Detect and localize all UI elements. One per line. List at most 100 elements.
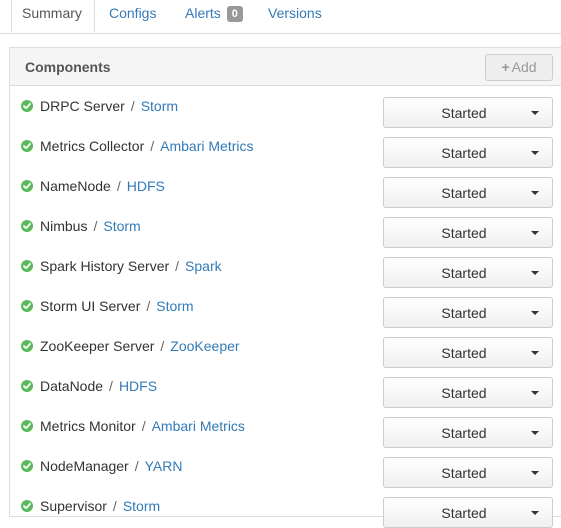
status-label: Started bbox=[441, 305, 487, 321]
plus-icon: + bbox=[501, 59, 510, 75]
component-name: NodeManager bbox=[40, 458, 129, 474]
component-row: Metrics Collector / Ambari Metrics Started bbox=[10, 128, 561, 168]
caret-down-icon bbox=[531, 431, 539, 435]
status-label: Started bbox=[441, 265, 487, 281]
service-link[interactable]: ZooKeeper bbox=[170, 338, 239, 354]
service-link[interactable]: Storm bbox=[123, 498, 160, 514]
component-status-dropdown[interactable]: Started bbox=[383, 417, 553, 448]
check-circle-icon bbox=[21, 420, 33, 432]
service-link[interactable]: HDFS bbox=[127, 178, 165, 194]
component-name: Storm UI Server bbox=[40, 298, 141, 314]
tab-summary[interactable]: Summary bbox=[11, 0, 95, 33]
status-label: Started bbox=[441, 385, 487, 401]
separator: / bbox=[141, 418, 146, 434]
service-link[interactable]: Ambari Metrics bbox=[152, 418, 245, 434]
alerts-count-badge: 0 bbox=[226, 6, 243, 22]
component-name: Supervisor bbox=[40, 498, 107, 514]
tab-configs[interactable]: Configs bbox=[109, 0, 156, 33]
check-circle-icon bbox=[21, 460, 33, 472]
separator: / bbox=[134, 458, 139, 474]
check-circle-icon bbox=[21, 140, 33, 152]
status-label: Started bbox=[441, 225, 487, 241]
tab-alerts-label: Alerts bbox=[185, 5, 221, 21]
check-circle-icon bbox=[21, 380, 33, 392]
caret-down-icon bbox=[531, 231, 539, 235]
caret-down-icon bbox=[531, 151, 539, 155]
add-button-label: Add bbox=[511, 59, 537, 75]
caret-down-icon bbox=[531, 311, 539, 315]
service-link[interactable]: Storm bbox=[156, 298, 193, 314]
component-row: DRPC Server / Storm Started bbox=[10, 88, 561, 128]
component-row: Storm UI Server / Storm Started bbox=[10, 288, 561, 328]
add-component-button[interactable]: + Add bbox=[485, 54, 553, 81]
check-circle-icon bbox=[21, 500, 33, 512]
service-link[interactable]: Storm bbox=[141, 98, 178, 114]
caret-down-icon bbox=[531, 191, 539, 195]
status-label: Started bbox=[441, 505, 487, 521]
component-status-dropdown[interactable]: Started bbox=[383, 257, 553, 288]
caret-down-icon bbox=[531, 511, 539, 515]
component-row: DataNode / HDFS Started bbox=[10, 368, 561, 408]
separator: / bbox=[146, 298, 151, 314]
components-panel: Components + Add DRPC Server / Storm Starte… bbox=[9, 47, 561, 528]
status-label: Started bbox=[441, 145, 487, 161]
tab-bar: Summary Configs Alerts 0 Versions bbox=[0, 0, 561, 34]
component-name: Nimbus bbox=[40, 218, 88, 234]
component-status-dropdown[interactable]: Started bbox=[383, 457, 553, 488]
component-row: NameNode / HDFS Started bbox=[10, 168, 561, 208]
panel-title: Components bbox=[25, 59, 111, 75]
caret-down-icon bbox=[531, 271, 539, 275]
check-circle-icon bbox=[21, 220, 33, 232]
tab-versions-label: Versions bbox=[268, 5, 322, 21]
service-link[interactable]: HDFS bbox=[119, 378, 157, 394]
check-circle-icon bbox=[21, 300, 33, 312]
status-label: Started bbox=[441, 425, 487, 441]
caret-down-icon bbox=[531, 471, 539, 475]
component-status-dropdown[interactable]: Started bbox=[383, 497, 553, 528]
component-status-dropdown[interactable]: Started bbox=[383, 297, 553, 328]
service-link[interactable]: YARN bbox=[145, 458, 183, 474]
service-link[interactable]: Spark bbox=[185, 258, 222, 274]
separator: / bbox=[109, 378, 113, 394]
component-row: Spark History Server / Spark Started bbox=[10, 248, 561, 288]
check-circle-icon bbox=[21, 100, 33, 112]
service-link[interactable]: Storm bbox=[103, 218, 140, 234]
components-panel-heading: Components + Add bbox=[10, 48, 561, 86]
component-row: ZooKeeper Server / ZooKeeper Started bbox=[10, 328, 561, 368]
component-status-dropdown[interactable]: Started bbox=[383, 377, 553, 408]
component-row: Nimbus / Storm Started bbox=[10, 208, 561, 248]
status-label: Started bbox=[441, 465, 487, 481]
separator: / bbox=[93, 218, 98, 234]
separator: / bbox=[160, 338, 165, 354]
tab-summary-label: Summary bbox=[22, 5, 82, 21]
component-status-dropdown[interactable]: Started bbox=[383, 137, 553, 168]
status-label: Started bbox=[441, 345, 487, 361]
tab-versions[interactable]: Versions bbox=[268, 0, 322, 33]
check-circle-icon bbox=[21, 180, 33, 192]
separator: / bbox=[175, 258, 180, 274]
separator: / bbox=[116, 178, 121, 194]
caret-down-icon bbox=[531, 111, 539, 115]
component-name: Spark History Server bbox=[40, 258, 170, 274]
service-link[interactable]: Ambari Metrics bbox=[160, 138, 253, 154]
tab-configs-label: Configs bbox=[109, 5, 157, 21]
check-circle-icon bbox=[21, 260, 33, 272]
component-name: Metrics Monitor bbox=[40, 418, 136, 434]
component-name: DataNode bbox=[40, 378, 104, 394]
status-label: Started bbox=[441, 105, 487, 121]
caret-down-icon bbox=[531, 391, 539, 395]
separator: / bbox=[112, 498, 117, 514]
caret-down-icon bbox=[531, 351, 539, 355]
component-name: DRPC Server bbox=[40, 98, 125, 114]
component-status-dropdown[interactable]: Started bbox=[383, 217, 553, 248]
tab-alerts[interactable]: Alerts 0 bbox=[185, 0, 243, 33]
component-name: ZooKeeper Server bbox=[40, 338, 155, 354]
separator: / bbox=[150, 138, 155, 154]
component-row: NodeManager / YARN Started bbox=[10, 448, 561, 488]
status-label: Started bbox=[441, 185, 487, 201]
component-status-dropdown[interactable]: Started bbox=[383, 337, 553, 368]
component-name: Metrics Collector bbox=[40, 138, 145, 154]
component-status-dropdown[interactable]: Started bbox=[383, 177, 553, 208]
check-circle-icon bbox=[21, 340, 33, 352]
component-status-dropdown[interactable]: Started bbox=[383, 97, 553, 128]
